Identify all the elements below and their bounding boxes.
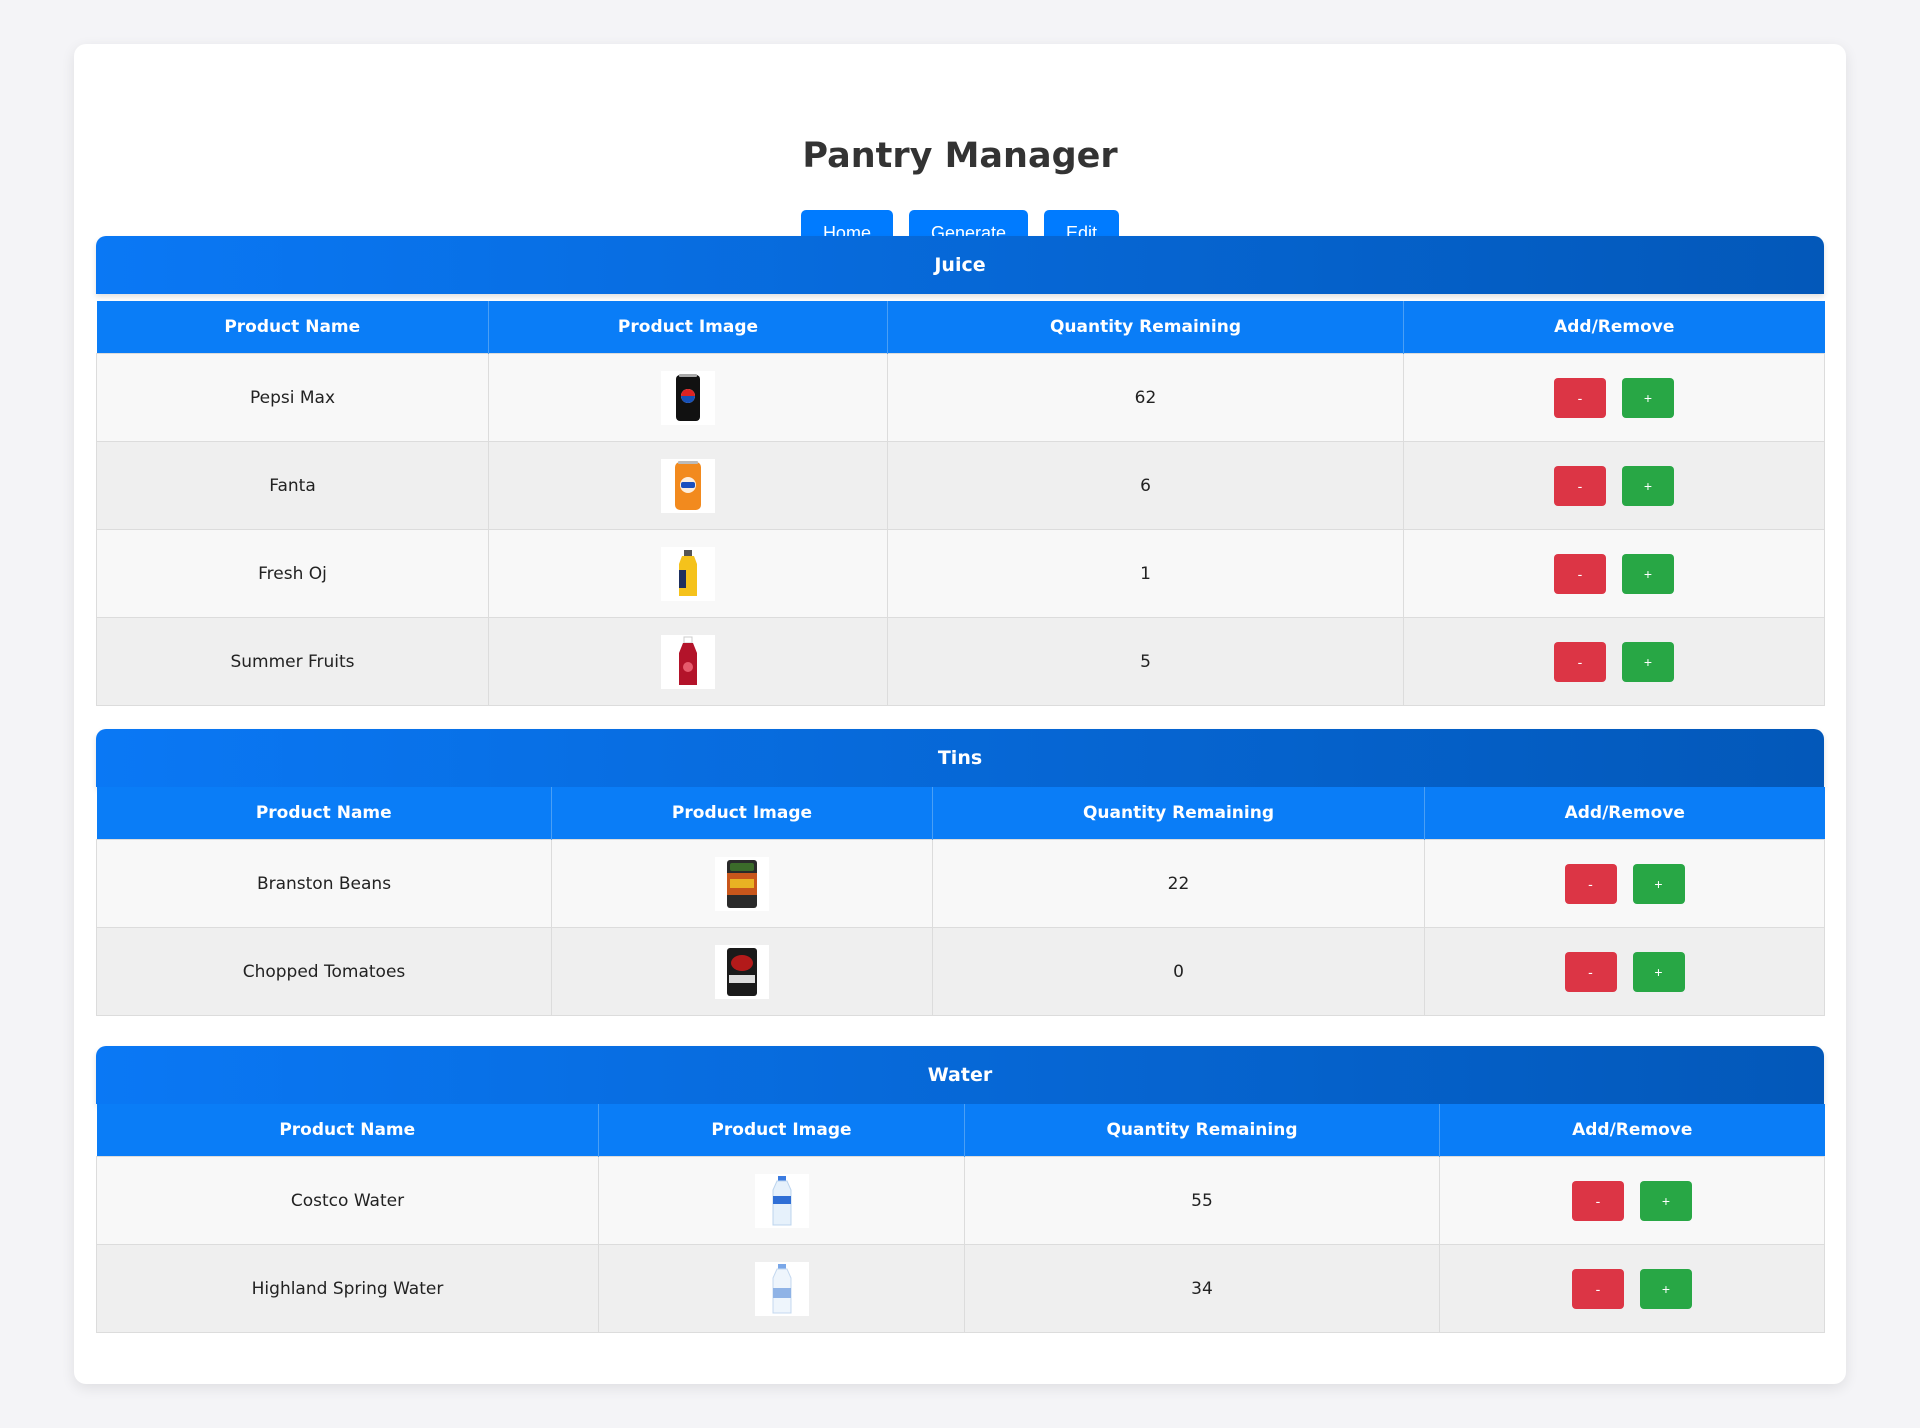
- product-name: Highland Spring Water: [96, 1244, 599, 1333]
- product-table: Product Name Product Image Quantity Rema…: [96, 787, 1825, 1016]
- section-header: Juice: [96, 236, 1824, 294]
- squash-bottle-icon: [661, 634, 715, 689]
- water-bottle-icon: [754, 1173, 809, 1228]
- remove-button[interactable]: -: [1554, 377, 1606, 418]
- product-name: Branston Beans: [96, 839, 552, 928]
- column-header-actions: Add/Remove: [1424, 787, 1825, 840]
- add-button[interactable]: +: [1632, 863, 1685, 904]
- column-header-name: Product Name: [96, 1104, 599, 1157]
- quantity-value: 5: [887, 617, 1404, 706]
- remove-button[interactable]: -: [1564, 863, 1617, 904]
- table-row: Highland Spring Water 34 - +: [96, 1244, 1825, 1333]
- orange-juice-bottle-icon: [661, 546, 715, 601]
- table-row: Fanta 6 - +: [96, 441, 1825, 530]
- table-row: Pepsi Max 62 - +: [96, 353, 1825, 442]
- product-name: Costco Water: [96, 1156, 599, 1245]
- pepsi-can-icon: [661, 370, 715, 425]
- column-header-name: Product Name: [96, 301, 489, 354]
- remove-button[interactable]: -: [1554, 553, 1606, 594]
- column-header-actions: Add/Remove: [1439, 1104, 1825, 1157]
- page-title: Pantry Manager: [802, 136, 1118, 176]
- add-button[interactable]: +: [1622, 641, 1674, 682]
- section-water: Water Product Name Product Image Quantit…: [96, 1046, 1825, 1333]
- section-header: Water: [96, 1046, 1824, 1104]
- column-header-image: Product Image: [598, 1104, 965, 1157]
- add-button[interactable]: +: [1632, 951, 1685, 992]
- product-name: Fresh Oj: [96, 529, 489, 618]
- column-header-image: Product Image: [551, 787, 933, 840]
- tomato-tin-icon: [715, 944, 769, 999]
- remove-button[interactable]: -: [1572, 1268, 1624, 1309]
- product-name: Fanta: [96, 441, 489, 530]
- table-row: Branston Beans 22 - +: [96, 839, 1825, 928]
- column-header-quantity: Quantity Remaining: [964, 1104, 1440, 1157]
- product-name: Summer Fruits: [96, 617, 489, 706]
- quantity-value: 22: [932, 839, 1425, 928]
- quantity-value: 55: [964, 1156, 1440, 1245]
- table-row: Summer Fruits 5 - +: [96, 617, 1825, 706]
- remove-button[interactable]: -: [1572, 1180, 1624, 1221]
- section-header: Tins: [96, 729, 1824, 787]
- water-bottle-icon: [754, 1261, 809, 1316]
- fanta-can-icon: [661, 458, 715, 513]
- add-button[interactable]: +: [1622, 465, 1674, 506]
- quantity-value: 1: [887, 529, 1404, 618]
- product-table: Product Name Product Image Quantity Rema…: [96, 301, 1825, 706]
- add-button[interactable]: +: [1640, 1268, 1692, 1309]
- table-row: Chopped Tomatoes 0 - +: [96, 927, 1825, 1016]
- quantity-value: 6: [887, 441, 1404, 530]
- column-header-quantity: Quantity Remaining: [887, 301, 1404, 354]
- main-card: Pantry Manager Home Generate Edit Juice …: [74, 44, 1846, 1384]
- table-row: Fresh Oj 1 - +: [96, 529, 1825, 618]
- add-button[interactable]: +: [1640, 1180, 1692, 1221]
- section-juice: Juice Product Name Product Image Quantit…: [96, 236, 1825, 706]
- remove-button[interactable]: -: [1554, 641, 1606, 682]
- add-button[interactable]: +: [1622, 553, 1674, 594]
- product-name: Pepsi Max: [96, 353, 489, 442]
- beans-tin-icon: [715, 856, 769, 911]
- quantity-value: 0: [932, 927, 1425, 1016]
- add-button[interactable]: +: [1622, 377, 1674, 418]
- section-tins: Tins Product Name Product Image Quantity…: [96, 729, 1825, 1016]
- table-row: Costco Water 55 - +: [96, 1156, 1825, 1245]
- column-header-name: Product Name: [96, 787, 552, 840]
- column-header-quantity: Quantity Remaining: [932, 787, 1425, 840]
- remove-button[interactable]: -: [1554, 465, 1606, 506]
- column-header-actions: Add/Remove: [1403, 301, 1825, 354]
- product-name: Chopped Tomatoes: [96, 927, 552, 1016]
- remove-button[interactable]: -: [1564, 951, 1617, 992]
- column-header-image: Product Image: [488, 301, 888, 354]
- quantity-value: 62: [887, 353, 1404, 442]
- quantity-value: 34: [964, 1244, 1440, 1333]
- product-table: Product Name Product Image Quantity Rema…: [96, 1104, 1825, 1333]
